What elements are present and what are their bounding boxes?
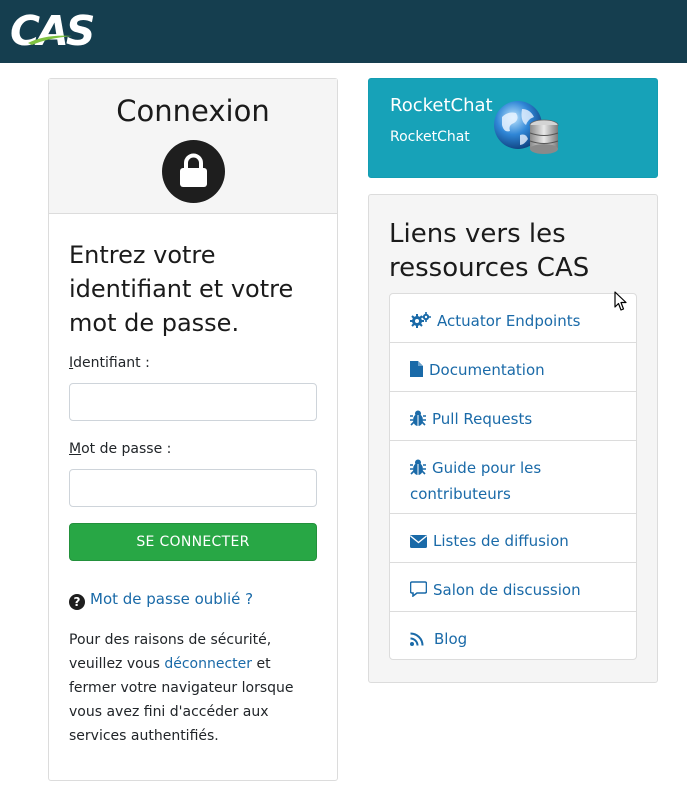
lock-icon — [162, 140, 225, 203]
link-actuator-endpoints[interactable]: Actuator Endpoints — [390, 294, 636, 343]
resources-title: Liens vers les ressources CAS — [389, 219, 590, 283]
link-label: Blog — [434, 630, 468, 648]
rocketchat-card[interactable]: RocketChat RocketChat — [368, 78, 658, 178]
file-icon — [410, 360, 423, 384]
link-mailing-lists[interactable]: Listes de diffusion — [390, 514, 636, 563]
username-label: Identifiant : — [69, 355, 150, 371]
link-label: Guide pour les contributeurs — [410, 459, 542, 503]
link-contributor-guide[interactable]: Guide pour les contributeurs — [390, 441, 636, 514]
link-documentation[interactable]: Documentation — [390, 343, 636, 392]
rocketchat-subtitle: RocketChat — [390, 129, 470, 145]
mouse-cursor-icon — [614, 291, 627, 311]
bug-icon — [410, 409, 426, 433]
comment-icon — [409, 580, 428, 604]
link-label: Listes de diffusion — [433, 532, 569, 550]
bug-icon — [410, 458, 426, 482]
logo-swoosh-icon — [28, 35, 72, 45]
rocketchat-title: RocketChat — [390, 95, 493, 116]
globe-database-icon — [494, 101, 559, 154]
link-label: Actuator Endpoints — [437, 312, 581, 330]
envelope-icon — [410, 531, 427, 555]
login-heading: Entrez votre identifiant et votre mot de… — [69, 241, 294, 337]
link-chat-room[interactable]: Salon de discussion — [390, 563, 636, 612]
security-notice: Pour des raisons de sécurité, veuillez v… — [69, 632, 294, 744]
logout-link[interactable]: déconnecter — [164, 656, 252, 672]
link-label: Documentation — [429, 361, 545, 379]
password-label: Mot de passe : — [69, 441, 172, 457]
question-circle-icon: ? — [69, 594, 85, 610]
forgot-password-link[interactable]: ? Mot de passe oublié ? — [69, 590, 253, 610]
top-header-bar: CAS — [0, 0, 687, 63]
link-blog[interactable]: Blog — [390, 612, 636, 659]
link-label: Pull Requests — [432, 410, 533, 428]
password-input[interactable] — [69, 469, 317, 507]
gears-icon — [410, 311, 431, 335]
resources-card: Liens vers les ressources CAS Actuator E… — [368, 194, 658, 683]
login-card: Connexion Entrez votre identifiant et vo… — [48, 78, 338, 781]
login-title: Connexion — [116, 94, 270, 128]
username-input[interactable] — [69, 383, 317, 421]
resources-link-list: Actuator Endpoints Documentation Pull Re… — [389, 293, 637, 660]
forgot-password-label: Mot de passe oublié ? — [90, 590, 254, 608]
link-pull-requests[interactable]: Pull Requests — [390, 392, 636, 441]
link-label: Salon de discussion — [433, 581, 581, 599]
login-submit-button[interactable]: SE CONNECTER — [69, 523, 317, 561]
rss-icon — [410, 629, 424, 653]
